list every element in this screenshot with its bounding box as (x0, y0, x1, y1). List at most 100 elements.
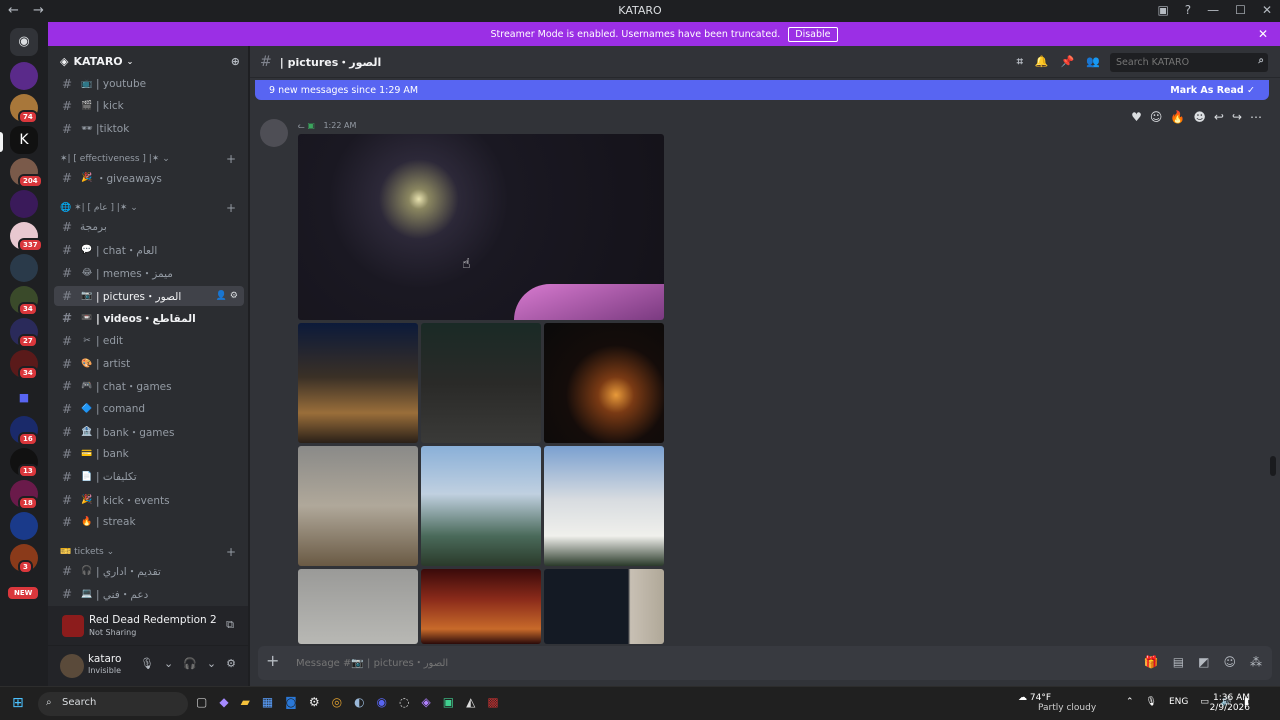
chrome-icon[interactable]: ◎ (332, 695, 342, 709)
chevron-down-icon[interactable]: ⌄ (164, 657, 173, 670)
copilot-icon[interactable]: ◆ (219, 695, 228, 709)
add-channel-icon[interactable]: + (226, 545, 236, 559)
forward-icon[interactable]: ↪ (1232, 110, 1242, 124)
channel-item[interactable]: # 🏦 | bank・games (54, 422, 244, 442)
gif-icon[interactable]: ▤ (1173, 655, 1184, 669)
image-attachment[interactable] (298, 323, 418, 443)
image-attachment[interactable] (298, 569, 418, 644)
image-attachment-night-sky[interactable] (298, 134, 664, 320)
chevron-down-icon[interactable]: ⌄ (207, 657, 216, 670)
add-channel-icon[interactable]: + (226, 201, 236, 215)
channel-item[interactable]: # 😂 | memes・ميمز (54, 263, 244, 283)
more-icon[interactable]: ⋯ (1250, 110, 1262, 124)
discord-home-icon[interactable]: ◉ (10, 28, 38, 56)
app-icon[interactable]: ⚙ (309, 695, 320, 709)
microphone-icon[interactable]: 🎙 (1146, 697, 1157, 707)
avatar[interactable] (60, 654, 84, 678)
search-input[interactable] (1110, 53, 1268, 72)
channel-item[interactable]: # 🎉 ・giveaways (54, 168, 244, 188)
task-view-icon[interactable]: ▢ (196, 695, 207, 709)
weather-widget[interactable]: ☁ 74°F Partly cloudy (1018, 693, 1096, 713)
gift-icon[interactable]: 🎁 (1144, 655, 1159, 669)
server-header[interactable]: ◈ KATARO ⌄ ⊕ (48, 46, 248, 76)
server-icon[interactable] (10, 190, 38, 218)
maximize-icon[interactable]: ☐ (1235, 3, 1246, 17)
channel-item[interactable]: # 📺 | youtube (54, 74, 244, 94)
channel-item[interactable]: # 🕶 |tiktok (54, 119, 244, 139)
image-attachment[interactable] (544, 569, 664, 644)
windows-start-icon[interactable]: ⊞ (12, 695, 24, 711)
image-attachment[interactable] (421, 323, 541, 443)
image-attachment[interactable] (544, 446, 664, 566)
taskbar-search[interactable]: ⌕ Search (38, 692, 188, 716)
server-icon[interactable] (10, 512, 38, 540)
sticker-icon[interactable]: ◩ (1198, 655, 1209, 669)
help-icon[interactable]: ? (1185, 3, 1191, 17)
close-window-icon[interactable]: ✕ (1262, 3, 1272, 17)
store-icon[interactable]: ▦ (262, 695, 273, 709)
clock[interactable]: 1:36 AM 2/9/2026 (1210, 693, 1250, 713)
bell-icon[interactable]: 🔔 (1035, 55, 1049, 69)
add-member-icon[interactable]: 👤 (216, 291, 227, 301)
headphones-icon[interactable]: 🎧 (183, 657, 197, 670)
channel-item[interactable]: # 💬 | chat・العام (54, 240, 244, 260)
channel-item[interactable]: # 📼 | videos・المقاطع (54, 308, 244, 328)
app-icon[interactable]: ◌ (399, 695, 409, 709)
emoji-reaction-icon[interactable]: ☺ (1150, 110, 1163, 124)
image-attachment[interactable] (421, 569, 541, 644)
game-icon[interactable]: ◈ (422, 695, 431, 709)
folder-icon[interactable]: ■ (10, 384, 38, 412)
language[interactable]: ENG (1169, 697, 1188, 707)
channel-item[interactable]: # 💻 | دعم・فني (54, 584, 244, 604)
author-name[interactable]: ᓚ (298, 121, 305, 130)
apps-icon[interactable]: ⁂ (1250, 655, 1262, 669)
inbox-icon[interactable]: ▣ (1157, 3, 1168, 17)
server-icon[interactable] (10, 254, 38, 282)
server-icon-kataro[interactable]: K (10, 126, 38, 154)
microphone-icon[interactable]: 🎙 (140, 657, 154, 670)
channel-item[interactable]: # 🎨 | artist (54, 354, 244, 374)
add-member-icon[interactable]: ⊕ (231, 55, 240, 68)
steam-icon[interactable]: ◐ (354, 695, 364, 709)
channel-item[interactable]: # 🎉 | kick・events (54, 490, 244, 510)
gear-icon[interactable]: ⚙ (230, 291, 238, 301)
pin-icon[interactable]: 📌 (1061, 55, 1075, 69)
screen-share-icon[interactable]: ⧉ (226, 618, 234, 632)
disable-button[interactable]: Disable (788, 26, 838, 42)
category-general[interactable]: 🌐 ✶| [ عام ] |✶ ⌄ + (60, 201, 244, 217)
add-attachment-icon[interactable]: + (266, 651, 279, 670)
channel-item[interactable]: # 📄 | تكليفات (54, 467, 244, 487)
message-input[interactable] (296, 655, 896, 671)
game-icon[interactable]: ▩ (487, 695, 498, 709)
new-messages-bar[interactable]: 9 new messages since 1:29 AM Mark As Rea… (255, 80, 1269, 100)
outlook-icon[interactable]: ◙ (285, 695, 297, 709)
channel-item[interactable]: # ✂ | edit (54, 331, 244, 351)
image-attachment[interactable] (544, 323, 664, 443)
minimize-icon[interactable]: — (1207, 3, 1219, 17)
channel-item[interactable]: # 🎬 | kick (54, 96, 244, 116)
close-icon[interactable]: ✕ (1258, 27, 1268, 41)
app-icon[interactable]: ◭ (466, 695, 475, 709)
display-icon[interactable]: ▭ (1200, 697, 1209, 707)
members-icon[interactable]: 👥 (1086, 55, 1100, 69)
channel-item-active[interactable]: # 📷 | pictures・الصور 👤 ⚙ (54, 286, 244, 306)
username[interactable]: kataro (88, 653, 121, 665)
chevron-up-icon[interactable]: ⌃ (1126, 697, 1134, 707)
scrollbar[interactable] (1270, 456, 1276, 476)
mark-as-read-button[interactable]: Mark As Read ✓ (1170, 85, 1255, 96)
file-explorer-icon[interactable]: ▰ (241, 695, 250, 709)
channel-item[interactable]: # 🎮 | chat・games (54, 376, 244, 396)
server-icon[interactable] (10, 62, 38, 90)
channel-item[interactable]: # 💳 | bank (54, 444, 244, 464)
add-reaction-icon[interactable]: ☻ (1193, 110, 1206, 124)
channel-item[interactable]: # 🔷 | comand (54, 399, 244, 419)
gear-icon[interactable]: ⚙ (226, 657, 236, 670)
avatar[interactable] (260, 119, 288, 147)
app-icon[interactable]: ▣ (443, 695, 454, 709)
threads-icon[interactable]: ⌗ (1017, 55, 1023, 69)
heart-reaction-icon[interactable]: ♥ (1131, 110, 1142, 124)
reply-icon[interactable]: ↩ (1214, 110, 1224, 124)
fire-reaction-icon[interactable]: 🔥 (1170, 110, 1185, 124)
category-effectiveness[interactable]: ✶| [ effectiveness ] |✶ ⌄ + (60, 152, 244, 168)
channel-item[interactable]: # برمجة (54, 217, 244, 237)
